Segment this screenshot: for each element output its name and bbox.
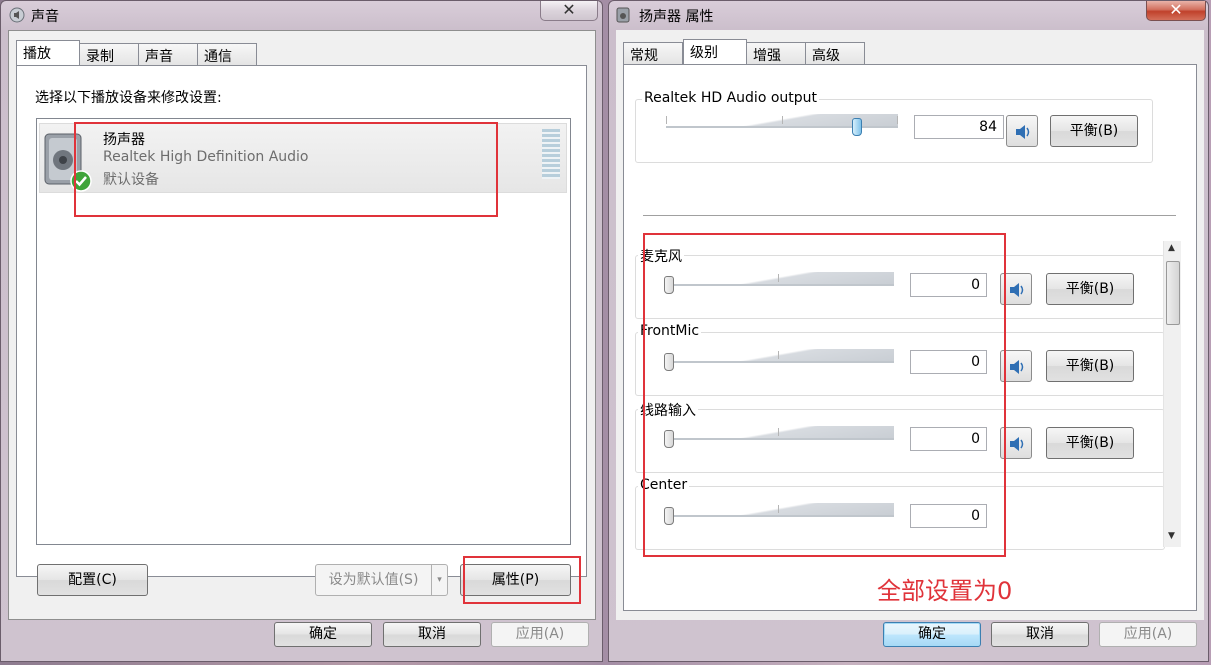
- speaker-volume-icon: [1014, 123, 1032, 145]
- close-button[interactable]: ✕: [1146, 1, 1206, 21]
- sound-icon: [9, 7, 25, 23]
- highlight-box: [643, 233, 1006, 557]
- master-volume-group: Realtek HD Audio output 84 平衡(B): [635, 90, 1153, 163]
- level-meter: [542, 129, 560, 179]
- window-title: 声音: [31, 9, 59, 25]
- tab-enhancements[interactable]: 增强: [746, 42, 806, 64]
- vertical-scrollbar[interactable]: ▲ ▼: [1163, 241, 1181, 547]
- configure-button[interactable]: 配置(C): [37, 564, 148, 596]
- ok-button[interactable]: 确定: [274, 622, 372, 647]
- master-volume-value[interactable]: 84: [914, 115, 1004, 139]
- balance-button[interactable]: 平衡(B): [1050, 115, 1138, 147]
- instruction-text: 选择以下播放设备来修改设置:: [35, 90, 222, 106]
- annotation-text: 全部设置为0: [877, 577, 1013, 605]
- speaker-volume-icon: [1008, 281, 1026, 303]
- tab-recording[interactable]: 录制: [79, 43, 139, 65]
- speaker-icon: [615, 7, 631, 23]
- scroll-up-icon[interactable]: ▲: [1168, 243, 1175, 253]
- apply-button[interactable]: 应用(A): [1099, 622, 1197, 647]
- window-title: 扬声器 属性: [639, 9, 714, 25]
- speaker-volume-icon: [1008, 358, 1026, 380]
- dialog-body: 播放 录制 声音 通信 选择以下播放设备来修改设置: 扬声器 Realtek H…: [8, 30, 596, 620]
- scroll-down-icon[interactable]: ▼: [1168, 531, 1175, 541]
- close-button[interactable]: ✕: [540, 1, 598, 21]
- balance-button[interactable]: 平衡(B): [1046, 273, 1134, 305]
- title-bar[interactable]: 声音 ✕: [1, 1, 602, 29]
- tab-general[interactable]: 常规: [623, 42, 683, 64]
- dialog-body: 常规 级别 增强 高级 Realtek HD Audio output 84 平…: [616, 30, 1204, 620]
- master-volume-track: [666, 114, 898, 128]
- title-bar[interactable]: 扬声器 属性 ✕: [609, 1, 1208, 29]
- master-volume-label: Realtek HD Audio output: [642, 90, 820, 106]
- dropdown-icon: ▾: [437, 575, 442, 585]
- speaker-properties-dialog: 扬声器 属性 ✕ 常规 级别 增强 高级 Realtek HD Audio ou…: [608, 0, 1209, 662]
- apply-button[interactable]: 应用(A): [491, 622, 589, 647]
- levels-panel: Realtek HD Audio output 84 平衡(B) 麦克风 0 平…: [623, 64, 1197, 611]
- tab-sounds[interactable]: 声音: [138, 43, 198, 65]
- playback-panel: 选择以下播放设备来修改设置: 扬声器 Realtek High Definiti…: [16, 65, 587, 604]
- highlight-box: [74, 122, 498, 217]
- ok-button[interactable]: 确定: [883, 622, 981, 647]
- set-default-dropdown[interactable]: ▾: [431, 564, 448, 596]
- device-list[interactable]: 扬声器 Realtek High Definition Audio 默认设备: [36, 118, 571, 545]
- mute-button[interactable]: [1006, 115, 1038, 147]
- balance-button[interactable]: 平衡(B): [1046, 427, 1134, 459]
- scroll-thumb[interactable]: [1166, 261, 1180, 325]
- cancel-button[interactable]: 取消: [991, 622, 1089, 647]
- highlight-box: [463, 556, 581, 604]
- sound-dialog: 声音 ✕ 播放 录制 声音 通信 选择以下播放设备来修改设置: 扬声器 Real…: [0, 0, 603, 662]
- set-default-button[interactable]: 设为默认值(S): [315, 564, 432, 596]
- tab-playback[interactable]: 播放: [16, 40, 80, 65]
- tab-levels[interactable]: 级别: [683, 39, 747, 64]
- tab-communications[interactable]: 通信: [197, 43, 257, 65]
- tab-advanced[interactable]: 高级: [805, 42, 865, 64]
- master-volume-slider[interactable]: [852, 118, 863, 136]
- divider: [643, 215, 1176, 216]
- speaker-volume-icon: [1008, 435, 1026, 457]
- balance-button[interactable]: 平衡(B): [1046, 350, 1134, 382]
- cancel-button[interactable]: 取消: [383, 622, 481, 647]
